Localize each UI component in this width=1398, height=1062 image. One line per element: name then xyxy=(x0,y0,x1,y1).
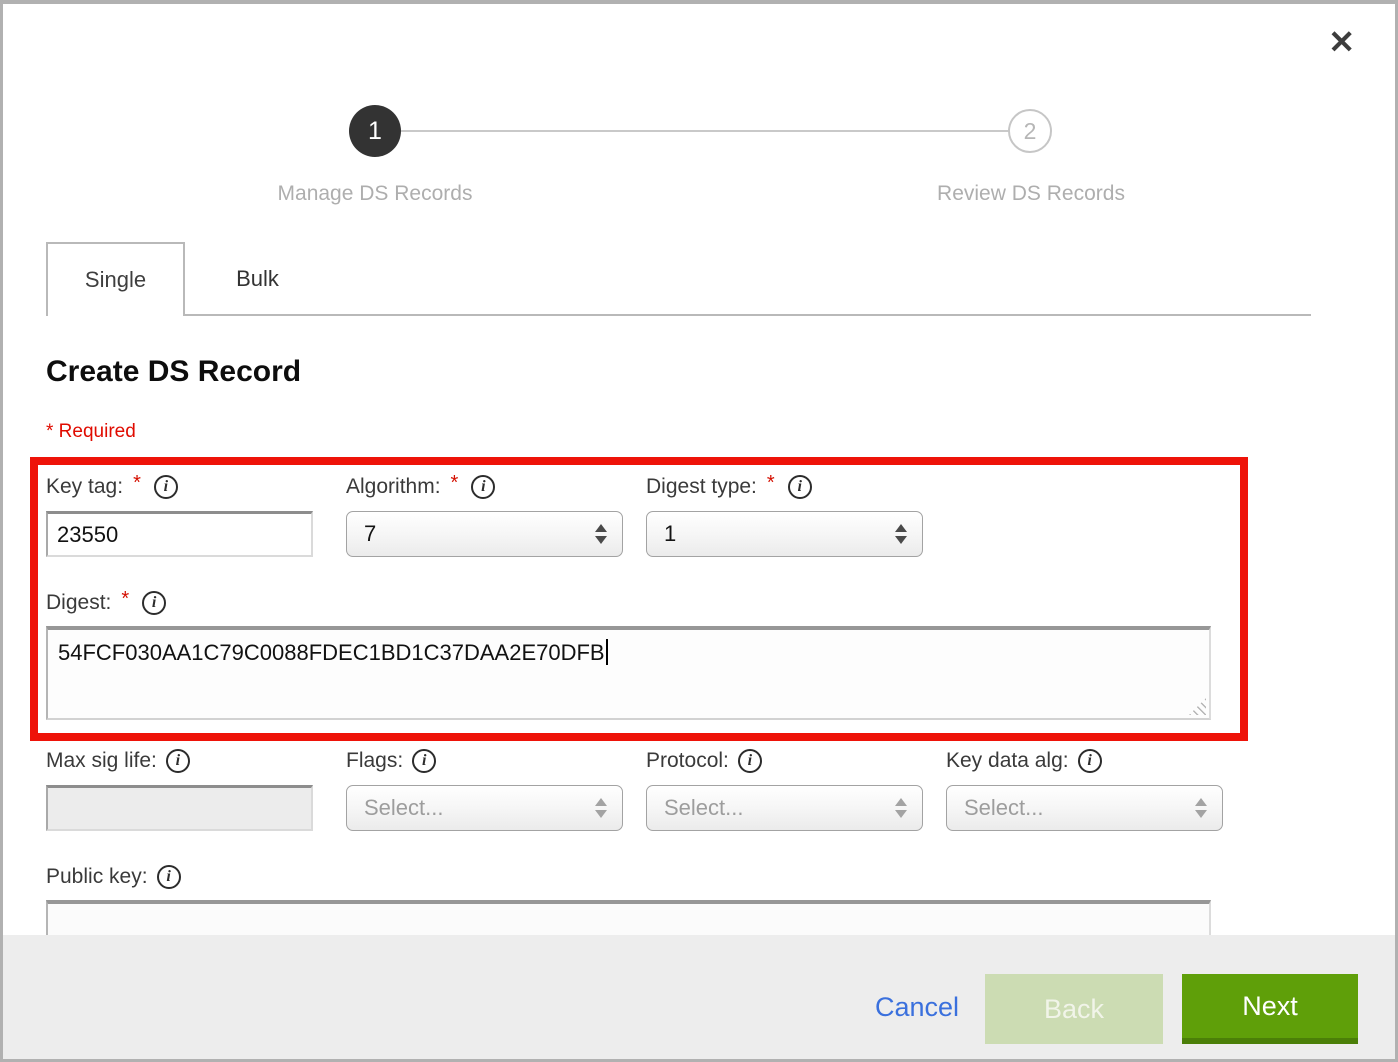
digest-type-select[interactable]: 1 xyxy=(646,511,923,557)
digest-type-label-text: Digest type: xyxy=(646,475,757,499)
max-sig-life-label-text: Max sig life: xyxy=(46,749,157,773)
select-arrows-icon xyxy=(1195,798,1207,818)
required-asterisk: * xyxy=(133,472,141,495)
stepper-step-1-label: Manage DS Records xyxy=(215,182,535,206)
required-asterisk: * xyxy=(121,588,129,611)
key-tag-label-text: Key tag: xyxy=(46,475,123,499)
flags-select-value: Select... xyxy=(364,795,595,821)
create-ds-record-modal: ✕ 1 2 Manage DS Records Review DS Record… xyxy=(0,0,1398,1062)
digest-value: 54FCF030AA1C79C0088FDEC1BD1C37DAA2E70DFB xyxy=(58,640,605,665)
select-arrows-icon xyxy=(895,524,907,544)
max-sig-life-label: Max sig life: i xyxy=(46,746,190,776)
page-title: Create DS Record xyxy=(46,355,301,389)
algorithm-select[interactable]: 7 xyxy=(346,511,623,557)
select-arrows-icon xyxy=(895,798,907,818)
digest-label-text: Digest: xyxy=(46,591,111,615)
back-button[interactable]: Back xyxy=(985,974,1163,1044)
stepper-step-1-circle: 1 xyxy=(349,105,401,157)
required-asterisk: * xyxy=(451,472,459,495)
algorithm-label: Algorithm: * i xyxy=(346,472,495,502)
info-icon[interactable]: i xyxy=(412,749,436,773)
protocol-label: Protocol: i xyxy=(646,746,762,776)
key-data-alg-label-text: Key data alg: xyxy=(946,749,1069,773)
public-key-label-text: Public key: xyxy=(46,865,148,889)
protocol-select-value: Select... xyxy=(664,795,895,821)
stepper-connector-line xyxy=(375,130,1031,132)
algorithm-select-value: 7 xyxy=(364,521,595,547)
resize-grip-icon[interactable] xyxy=(1189,698,1206,715)
protocol-select[interactable]: Select... xyxy=(646,785,923,831)
max-sig-life-input[interactable] xyxy=(46,785,313,831)
select-arrows-icon xyxy=(595,798,607,818)
digest-textarea[interactable]: 54FCF030AA1C79C0088FDEC1BD1C37DAA2E70DFB xyxy=(46,626,1211,720)
flags-label-text: Flags: xyxy=(346,749,403,773)
key-tag-input[interactable]: 23550 xyxy=(46,511,313,557)
info-icon[interactable]: i xyxy=(157,865,181,889)
digest-type-select-value: 1 xyxy=(664,521,895,547)
tab-divider-line xyxy=(185,314,1311,316)
digest-label: Digest: * i xyxy=(46,588,166,618)
info-icon[interactable]: i xyxy=(154,475,178,499)
info-icon[interactable]: i xyxy=(788,475,812,499)
info-icon[interactable]: i xyxy=(1078,749,1102,773)
algorithm-label-text: Algorithm: xyxy=(346,475,441,499)
info-icon[interactable]: i xyxy=(166,749,190,773)
close-icon[interactable]: ✕ xyxy=(1328,26,1355,58)
required-note: * Required xyxy=(46,421,136,443)
flags-label: Flags: i xyxy=(346,746,436,776)
stepper-step-2-circle: 2 xyxy=(1008,109,1052,153)
protocol-label-text: Protocol: xyxy=(646,749,729,773)
required-asterisk: * xyxy=(767,472,775,495)
cancel-button[interactable]: Cancel xyxy=(875,992,959,1023)
select-arrows-icon xyxy=(595,524,607,544)
key-tag-label: Key tag: * i xyxy=(46,472,178,502)
stepper-step-2-label: Review DS Records xyxy=(871,182,1191,206)
tab-bulk[interactable]: Bulk xyxy=(195,242,320,316)
key-data-alg-select[interactable]: Select... xyxy=(946,785,1223,831)
tab-single[interactable]: Single xyxy=(46,242,185,316)
key-data-alg-select-value: Select... xyxy=(964,795,1195,821)
digest-type-label: Digest type: * i xyxy=(646,472,812,502)
info-icon[interactable]: i xyxy=(142,591,166,615)
key-data-alg-label: Key data alg: i xyxy=(946,746,1102,776)
flags-select[interactable]: Select... xyxy=(346,785,623,831)
info-icon[interactable]: i xyxy=(738,749,762,773)
public-key-label: Public key: i xyxy=(46,862,181,892)
next-button[interactable]: Next xyxy=(1182,974,1358,1044)
info-icon[interactable]: i xyxy=(471,475,495,499)
text-caret xyxy=(606,639,608,665)
